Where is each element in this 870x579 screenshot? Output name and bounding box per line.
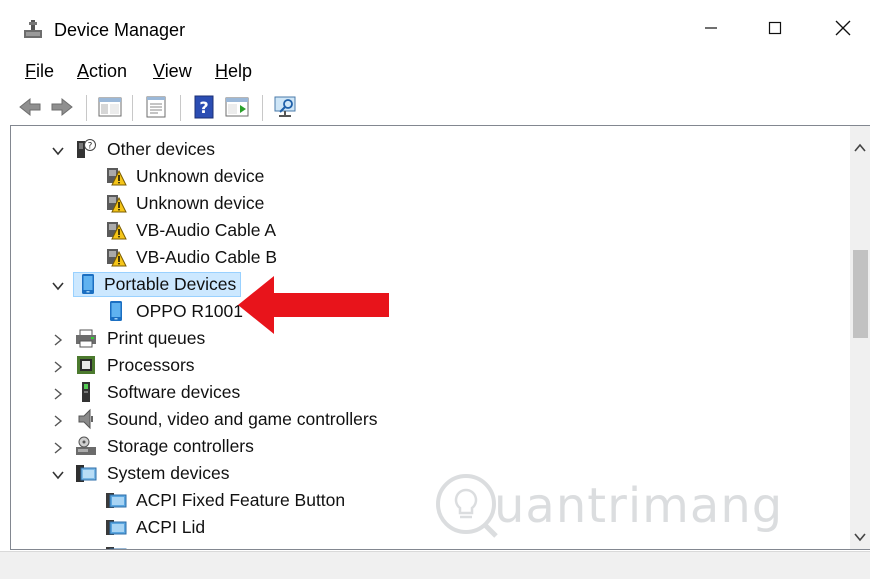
chevron-right-icon[interactable] [51, 414, 65, 428]
device-manager-app-icon [24, 20, 42, 38]
minimize-button[interactable] [676, 0, 746, 56]
system-device-icon [106, 493, 127, 508]
chevron-right-icon[interactable] [51, 387, 65, 401]
scroll-thumb[interactable] [853, 250, 868, 338]
tree-item-software-devices[interactable]: Software devices [103, 379, 244, 405]
chevron-right-icon[interactable] [51, 360, 65, 374]
vertical-scrollbar[interactable] [850, 126, 870, 549]
system-devices-icon [76, 465, 97, 482]
unknown-device-warning-icon [107, 168, 127, 186]
chevron-down-icon[interactable] [51, 279, 65, 293]
back-button[interactable] [16, 93, 44, 121]
svg-text:?: ? [88, 142, 93, 152]
show-hide-console-tree-button[interactable] [96, 93, 124, 121]
menu-help[interactable]: Help [215, 61, 252, 82]
chevron-right-icon[interactable] [51, 441, 65, 455]
speaker-icon [78, 408, 93, 430]
tree-item-oppo-r1001[interactable]: OPPO R1001 [132, 298, 247, 324]
forward-button[interactable] [48, 93, 76, 121]
tree-item-print-queues[interactable]: Print queues [103, 325, 209, 351]
chevron-down-icon[interactable] [51, 468, 65, 482]
portable-device-icon [82, 274, 94, 294]
forward-icon [51, 97, 73, 117]
menu-file[interactable]: File [25, 61, 54, 82]
help-icon: ? [194, 95, 214, 119]
chevron-right-icon[interactable] [51, 333, 65, 347]
properties-icon [146, 96, 166, 118]
tree-item-processors[interactable]: Processors [103, 352, 199, 378]
chevron-down-icon [854, 533, 866, 542]
toolbar-separator [86, 95, 87, 121]
tree-item-acpi-fixed-feature-button[interactable]: ACPI Fixed Feature Button [132, 487, 349, 513]
tree-item-vb-audio-cable-a[interactable]: VB-Audio Cable A [132, 217, 280, 243]
processor-icon [77, 356, 95, 374]
unknown-device-warning-icon [107, 249, 127, 267]
show-hide-console-tree-icon [98, 97, 122, 117]
action-pane-icon [225, 97, 249, 117]
menu-bar: File Action View Help [0, 56, 870, 88]
scan-hardware-button[interactable] [272, 93, 300, 121]
other-devices-icon: ? [77, 139, 96, 158]
back-icon [19, 97, 41, 117]
properties-button[interactable] [142, 93, 170, 121]
title-bar: Device Manager [0, 0, 870, 56]
tree-item-other-devices[interactable]: Other devices [103, 136, 219, 162]
scroll-down-button[interactable] [850, 529, 870, 545]
red-arrow-annotation [238, 276, 389, 334]
software-device-icon [82, 382, 90, 402]
toolbar-separator [180, 95, 181, 121]
chevron-up-icon [854, 143, 866, 152]
svg-text:?: ? [199, 98, 208, 117]
minimize-icon [705, 27, 717, 29]
help-button[interactable]: ? [190, 93, 218, 121]
system-device-icon [106, 520, 127, 535]
quantrimang-watermark: uantrimang [432, 464, 782, 548]
unknown-device-warning-icon [107, 222, 127, 240]
chevron-down-icon[interactable] [51, 144, 65, 158]
portable-device-icon [110, 301, 122, 321]
tree-item-system-devices[interactable]: System devices [103, 460, 234, 486]
tree-item-vb-audio-cable-b[interactable]: VB-Audio Cable B [132, 244, 281, 270]
close-icon [835, 20, 851, 36]
printer-icon [76, 329, 96, 348]
unknown-device-warning-icon [107, 195, 127, 213]
watermark-text: uantrimang [494, 478, 784, 534]
tree-item-unknown-device[interactable]: Unknown device [132, 163, 268, 189]
device-manager-window: Device Manager File Action View Help ? ?… [0, 0, 870, 579]
toolbar: ? [0, 90, 870, 124]
tree-item-sound-video-game-controllers[interactable]: Sound, video and game controllers [103, 406, 381, 432]
toolbar-separator [132, 95, 133, 121]
toolbar-separator [262, 95, 263, 121]
system-device-icon [106, 547, 127, 549]
menu-view[interactable]: View [153, 61, 192, 82]
tree-item-unknown-device[interactable]: Unknown device [132, 190, 268, 216]
scroll-up-button[interactable] [850, 140, 870, 156]
status-bar [0, 551, 870, 579]
scan-hardware-icon [274, 96, 296, 117]
window-title: Device Manager [54, 20, 186, 40]
menu-action[interactable]: Action [77, 61, 127, 82]
tree-item-storage-controllers[interactable]: Storage controllers [103, 433, 258, 459]
tree-item-acpi-lid[interactable]: ACPI Lid [132, 514, 209, 540]
maximize-button[interactable] [740, 0, 810, 56]
close-button[interactable] [808, 0, 870, 56]
maximize-icon [768, 21, 782, 35]
action-pane-button[interactable] [223, 93, 251, 121]
storage-controller-icon [76, 436, 96, 455]
